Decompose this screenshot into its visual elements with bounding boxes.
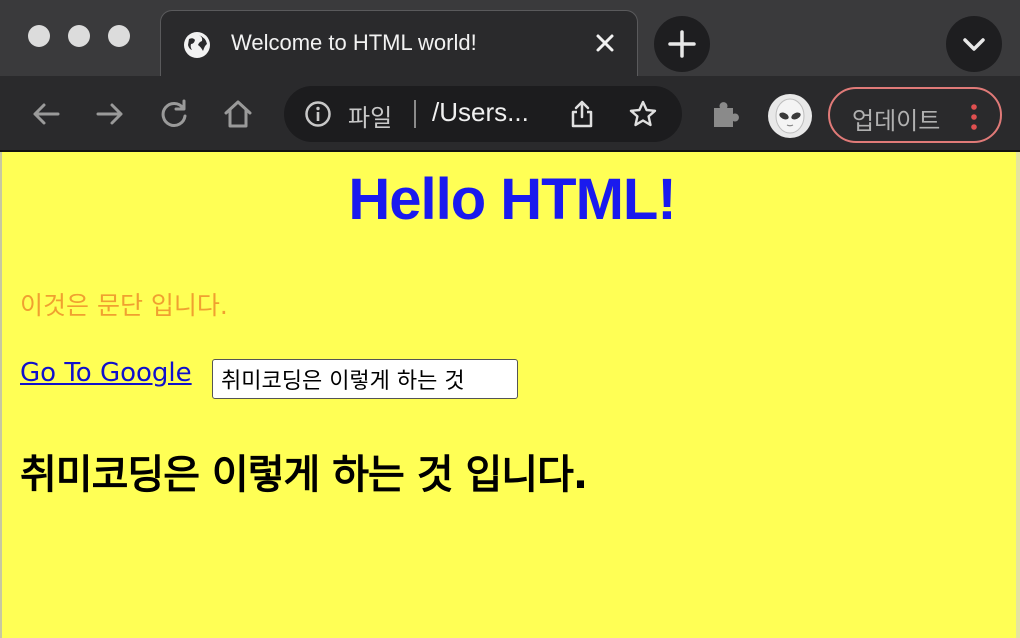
tab-search-button[interactable] [946,16,1002,72]
tab-title: Welcome to HTML world! [231,30,477,55]
share-icon[interactable] [568,99,596,129]
url-text[interactable]: /Users... [432,97,529,128]
url-scheme-label: 파일 [348,104,393,132]
back-arrow-icon[interactable] [28,96,64,132]
extensions-puzzle-icon[interactable] [708,96,744,132]
update-button[interactable]: 업데이트 [828,87,1002,143]
page-viewport: Hello HTML! 이것은 문단 입니다. Go To Google 취미코… [0,152,1020,638]
minimize-window-button[interactable] [68,25,90,47]
globe-icon [184,32,210,58]
info-icon[interactable] [304,100,332,128]
chevron-down-icon [963,38,985,51]
home-icon[interactable] [220,96,256,132]
address-separator [414,100,416,128]
star-icon[interactable] [628,99,658,129]
text-input[interactable] [212,359,518,399]
page-title: Hello HTML! [348,167,676,232]
close-icon[interactable] [591,29,619,57]
window-edge [1016,152,1020,638]
alien-avatar-icon [775,98,805,134]
google-link[interactable]: Go To Google [20,358,192,388]
paragraph-text: 이것은 문단 입니다. [20,291,228,320]
more-options-icon[interactable] [968,103,980,131]
avatar[interactable] [768,94,812,138]
tab-strip: Welcome to HTML world! [0,0,1020,76]
update-button-label: 업데이트 [852,107,941,135]
browser-toolbar: 파일 /Users... 업데이트 [0,76,1020,152]
close-window-button[interactable] [28,25,50,47]
reload-icon[interactable] [156,96,192,132]
plus-icon [668,30,696,58]
page-subheading: 취미코딩은 이렇게 하는 것 입니다. [20,452,588,498]
forward-arrow-icon[interactable] [92,96,128,132]
new-tab-button[interactable] [654,16,710,72]
active-tab[interactable]: Welcome to HTML world! [160,10,638,76]
address-bar[interactable]: 파일 /Users... [284,86,682,142]
zoom-window-button[interactable] [108,25,130,47]
